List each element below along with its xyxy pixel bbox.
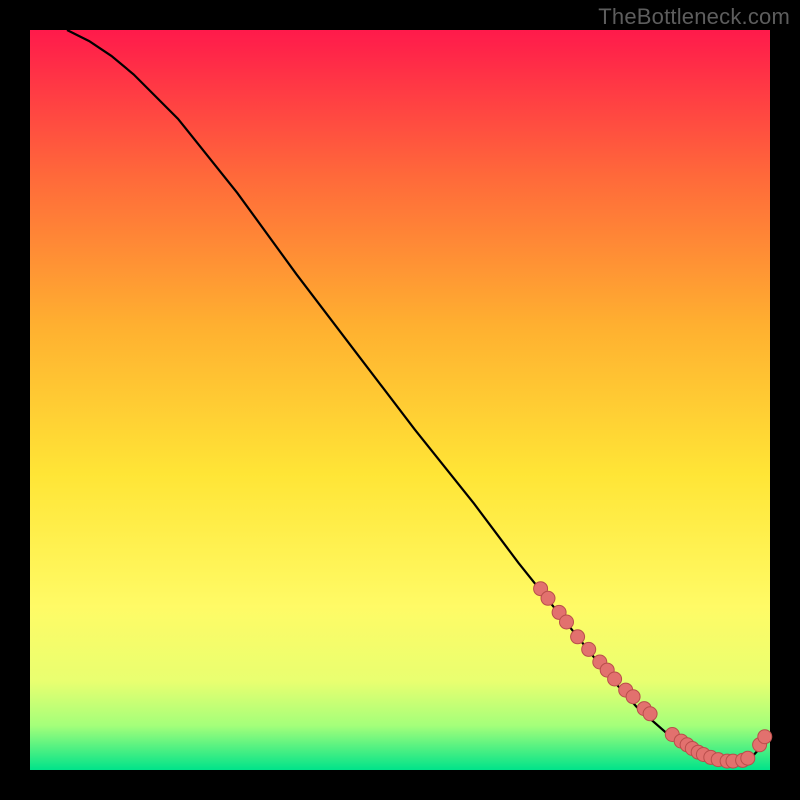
plot-gradient-background [30, 30, 770, 770]
chart-stage: TheBottleneck.com [0, 0, 800, 800]
watermark-text: TheBottleneck.com [598, 4, 790, 30]
highlight-dot [626, 690, 640, 704]
highlight-dot [608, 672, 622, 686]
highlight-dot [643, 707, 657, 721]
highlight-dot [571, 630, 585, 644]
highlight-dot [541, 591, 555, 605]
highlight-dot [741, 751, 755, 765]
bottleneck-chart [0, 0, 800, 800]
highlight-dot [560, 615, 574, 629]
highlight-dot [582, 642, 596, 656]
highlight-dot [758, 730, 772, 744]
